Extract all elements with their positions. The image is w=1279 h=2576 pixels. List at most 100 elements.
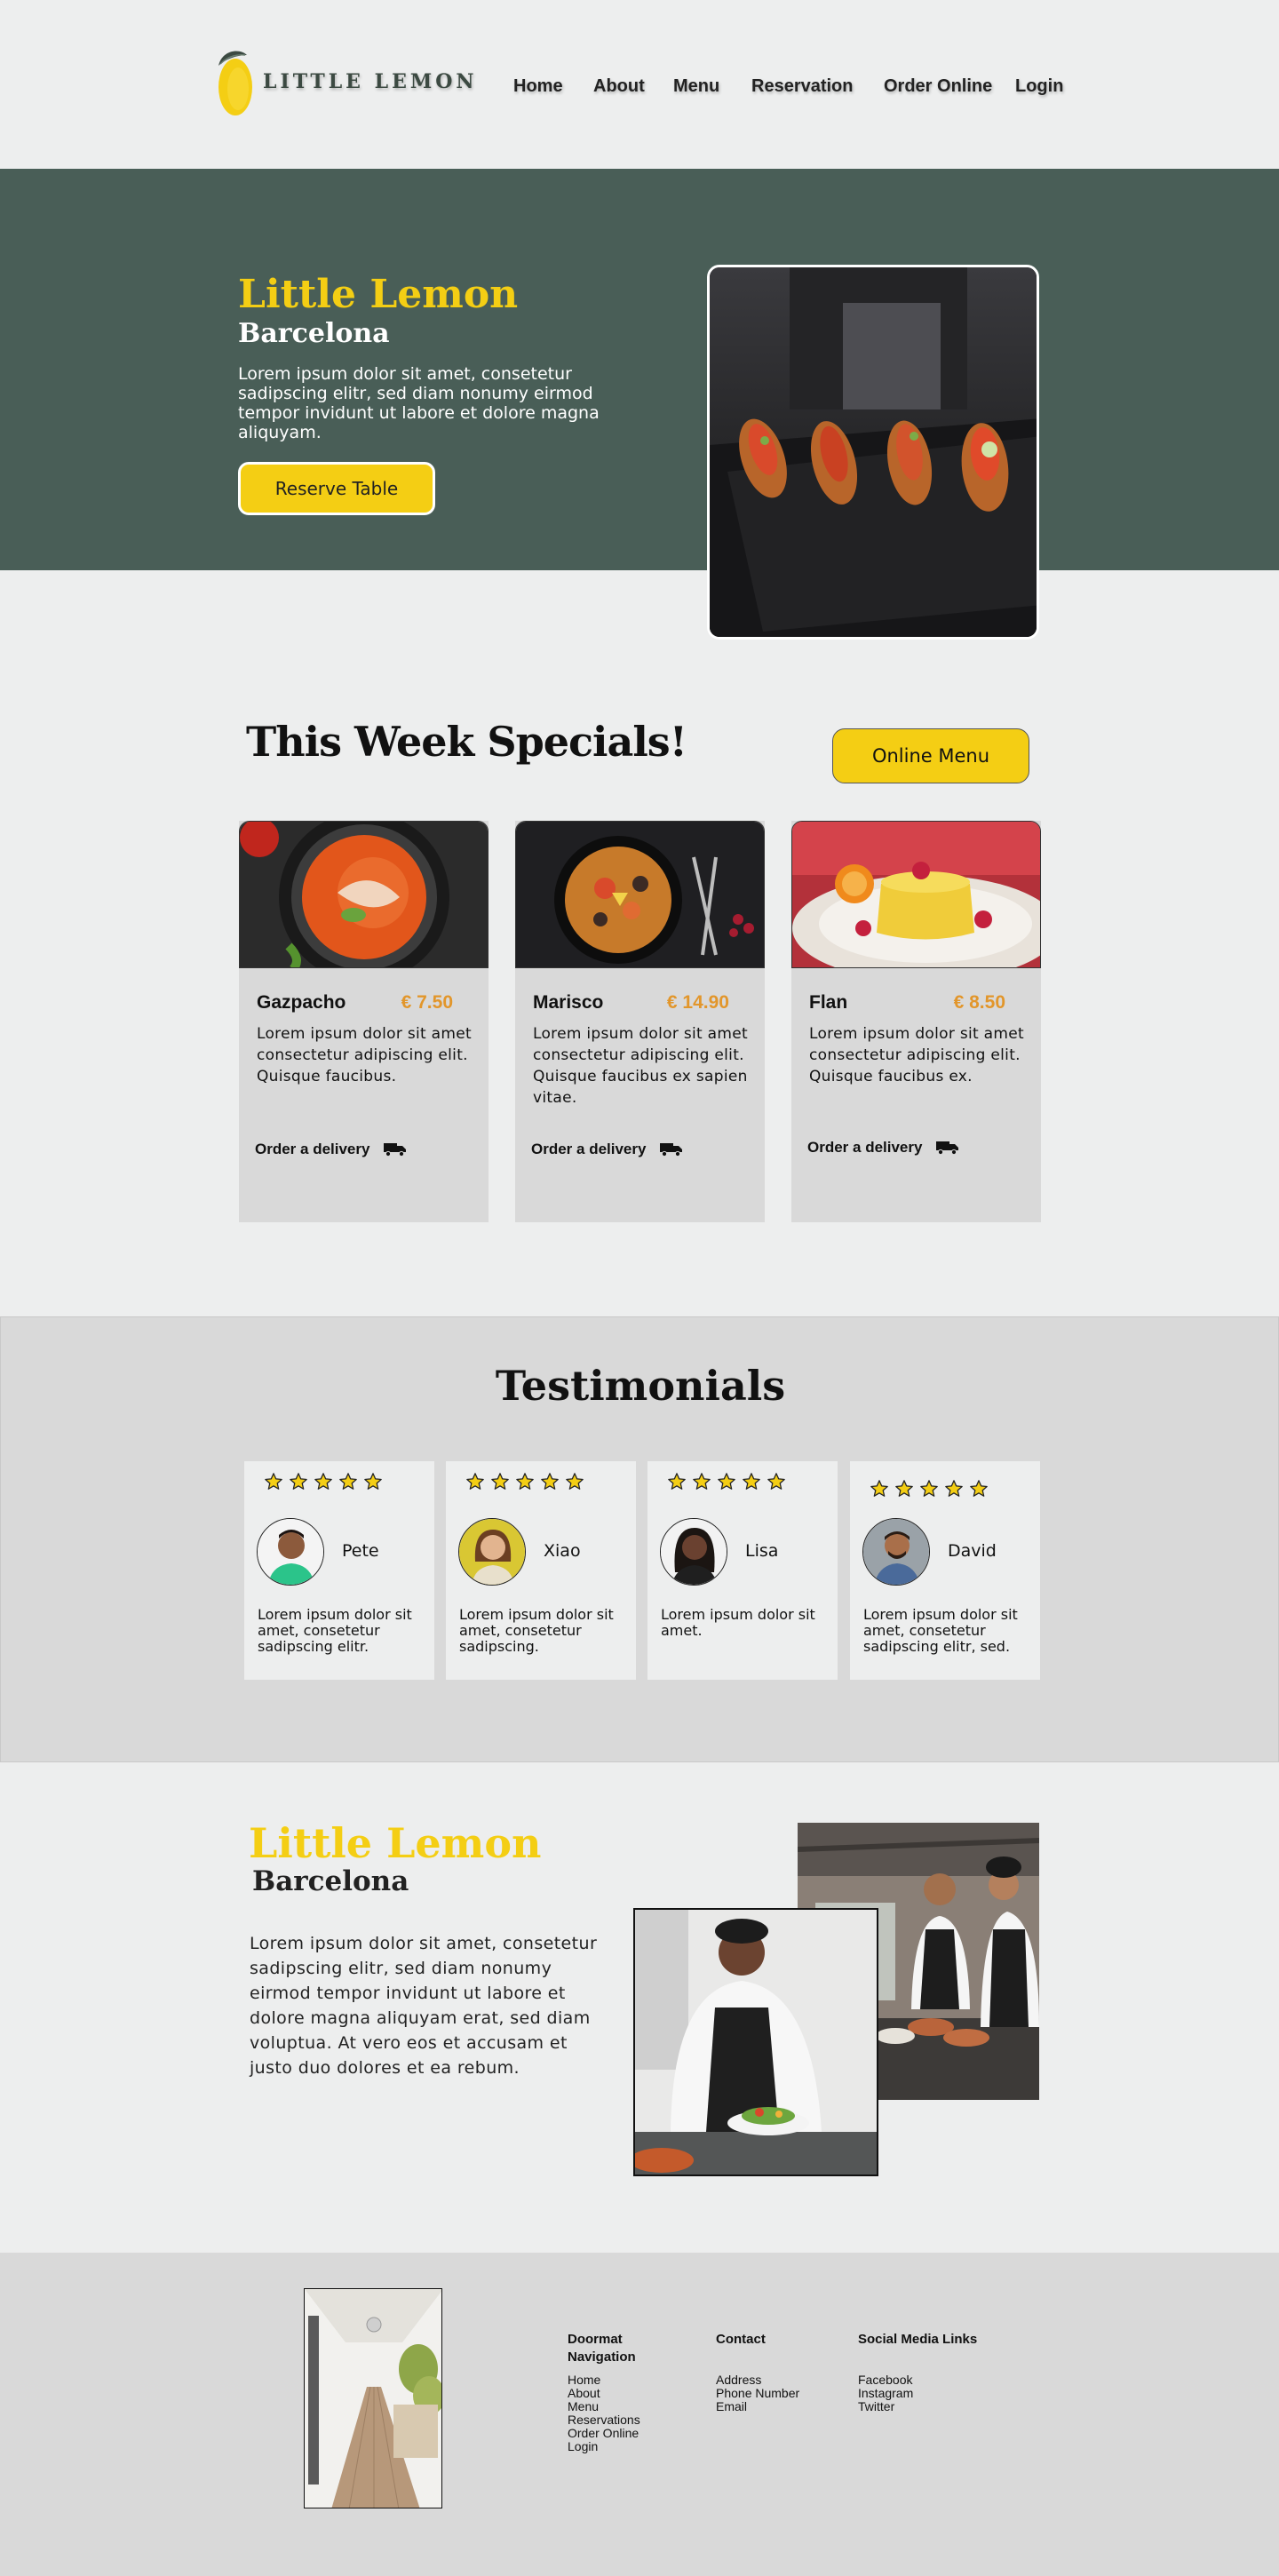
card-title: Gazpacho xyxy=(257,992,346,1013)
footer-column-heading: Contact xyxy=(716,2332,766,2347)
footer-social-column: Social Media Links Facebook Instagram Tw… xyxy=(858,2331,1000,2413)
testimonial-text: Lorem ipsum dolor sit amet, consetetur s… xyxy=(459,1606,614,1655)
hero-description: Lorem ipsum dolor sit amet, consetetur s… xyxy=(238,364,600,442)
avatar xyxy=(458,1518,526,1586)
footer-link-twitter[interactable]: Twitter xyxy=(858,2400,1000,2413)
footer-link-address[interactable]: Address xyxy=(716,2373,814,2387)
hero-subtitle: Barcelona xyxy=(238,318,390,349)
testimonial-card: David Lorem ipsum dolor sit amet, conset… xyxy=(850,1461,1040,1680)
avatar xyxy=(660,1518,727,1586)
star-icon xyxy=(870,1480,888,1497)
star-rating xyxy=(870,1479,989,1499)
card-description: Lorem ipsum dolor sit amet consectetur a… xyxy=(257,1025,472,1085)
card-title: Flan xyxy=(809,992,848,1013)
star-icon xyxy=(491,1473,509,1490)
online-menu-button[interactable]: Online Menu xyxy=(832,728,1029,783)
footer-nav-column: Doormat Navigation Home About Menu Reser… xyxy=(568,2331,665,2453)
star-icon xyxy=(314,1473,332,1490)
about-subtitle: Barcelona xyxy=(252,1865,409,1897)
card-description: Lorem ipsum dolor sit amet consectetur a… xyxy=(809,1025,1024,1085)
star-icon xyxy=(516,1473,534,1490)
testimonial-name: Xiao xyxy=(544,1541,581,1561)
specials-title: This Week Specials! xyxy=(246,718,687,766)
testimonial-name: David xyxy=(948,1541,997,1561)
footer-link-login[interactable]: Login xyxy=(568,2440,665,2453)
testimonial-text: Lorem ipsum dolor sit amet. xyxy=(661,1606,815,1639)
testimonial-name: Pete xyxy=(342,1541,379,1561)
truck-icon xyxy=(936,1141,959,1155)
special-card: Marisco € 14.90 Lorem ipsum dolor sit am… xyxy=(515,821,765,1222)
footer-link-instagram[interactable]: Instagram xyxy=(858,2387,1000,2400)
truck-icon xyxy=(384,1143,407,1157)
star-icon xyxy=(945,1480,963,1497)
about-title: Little Lemon xyxy=(249,1819,542,1867)
about-description: Lorem ipsum dolor sit amet, consetetur s… xyxy=(250,1934,598,2078)
main-nav: Home About Menu Reservation Order Online… xyxy=(0,76,1279,103)
star-icon xyxy=(668,1473,686,1490)
order-delivery-link[interactable]: Order a delivery xyxy=(531,1141,683,1158)
order-delivery-link[interactable]: Order a delivery xyxy=(807,1139,959,1157)
star-icon xyxy=(920,1480,938,1497)
reserve-table-button[interactable]: Reserve Table xyxy=(238,462,435,515)
order-delivery-label: Order a delivery xyxy=(807,1139,923,1156)
special-card: Gazpacho € 7.50 Lorem ipsum dolor sit am… xyxy=(239,821,489,1222)
order-delivery-link[interactable]: Order a delivery xyxy=(255,1141,407,1158)
star-icon xyxy=(566,1473,584,1490)
nav-reservation[interactable]: Reservation xyxy=(751,76,854,97)
footer-column-heading: Doormat Navigation xyxy=(568,2332,636,2365)
testimonials-section: Testimonials Pete Lorem ipsum dolor sit … xyxy=(0,1316,1279,1762)
nav-home[interactable]: Home xyxy=(513,76,563,97)
footer-link-order-online[interactable]: Order Online xyxy=(568,2427,665,2440)
star-icon xyxy=(767,1473,785,1490)
avatar xyxy=(862,1518,930,1586)
hero-image xyxy=(707,265,1039,640)
nav-order-online[interactable]: Order Online xyxy=(884,76,992,97)
card-title: Marisco xyxy=(533,992,604,1013)
marisco-image xyxy=(515,821,765,968)
gazpacho-image xyxy=(239,821,489,968)
star-rating xyxy=(465,1472,584,1491)
chef-cooking-image xyxy=(633,1908,878,2176)
star-icon xyxy=(895,1480,913,1497)
flan-image xyxy=(791,821,1041,968)
footer-link-home[interactable]: Home xyxy=(568,2373,665,2387)
card-price: € 7.50 xyxy=(401,992,453,1013)
footer-contact-column: Contact Address Phone Number Email xyxy=(716,2331,814,2413)
testimonial-name: Lisa xyxy=(745,1541,779,1561)
star-icon xyxy=(364,1473,382,1490)
testimonial-text: Lorem ipsum dolor sit amet, consetetur s… xyxy=(863,1606,1018,1655)
star-icon xyxy=(265,1473,282,1490)
testimonial-text: Lorem ipsum dolor sit amet, consetetur s… xyxy=(258,1606,412,1655)
star-rating xyxy=(264,1472,383,1491)
star-icon xyxy=(718,1473,735,1490)
nav-login[interactable]: Login xyxy=(1015,76,1063,97)
order-delivery-label: Order a delivery xyxy=(531,1141,647,1157)
star-icon xyxy=(541,1473,559,1490)
star-icon xyxy=(693,1473,711,1490)
testimonial-card: Lisa Lorem ipsum dolor sit amet. xyxy=(647,1461,838,1680)
site-header: LITTLE LEMON Home About Menu Reservation… xyxy=(0,0,1279,169)
order-delivery-label: Order a delivery xyxy=(255,1141,370,1157)
star-icon xyxy=(339,1473,357,1490)
footer-link-phone[interactable]: Phone Number xyxy=(716,2387,814,2400)
testimonials-title: Testimonials xyxy=(495,1362,786,1410)
star-icon xyxy=(743,1473,760,1490)
footer-link-reservations[interactable]: Reservations xyxy=(568,2413,665,2427)
footer-link-about[interactable]: About xyxy=(568,2387,665,2400)
testimonial-card: Pete Lorem ipsum dolor sit amet, consete… xyxy=(244,1461,434,1680)
star-icon xyxy=(970,1480,988,1497)
nav-about[interactable]: About xyxy=(593,76,645,97)
footer-link-facebook[interactable]: Facebook xyxy=(858,2373,1000,2387)
nav-menu[interactable]: Menu xyxy=(673,76,719,97)
hero-title: Little Lemon xyxy=(238,272,519,317)
site-footer: Doormat Navigation Home About Menu Reser… xyxy=(0,2253,1279,2576)
avatar xyxy=(257,1518,324,1586)
star-icon xyxy=(466,1473,484,1490)
hero-section: Little Lemon Barcelona Lorem ipsum dolor… xyxy=(0,169,1279,570)
footer-link-email[interactable]: Email xyxy=(716,2400,814,2413)
special-card: Flan € 8.50 Lorem ipsum dolor sit amet c… xyxy=(791,821,1041,1222)
card-description: Lorem ipsum dolor sit amet consectetur a… xyxy=(533,1025,748,1107)
footer-column-heading: Social Media Links xyxy=(858,2332,978,2347)
footer-link-menu[interactable]: Menu xyxy=(568,2400,665,2413)
card-price: € 8.50 xyxy=(953,992,1005,1013)
